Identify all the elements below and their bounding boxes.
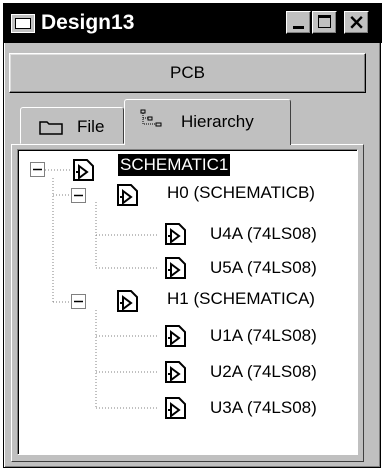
- hierarchy-tree[interactable]: SCHEMATIC1 H0 (SCHEMATICB) U4A (74LS08) …: [17, 149, 358, 455]
- tree-leaf-label[interactable]: U1A (74LS08): [210, 325, 317, 347]
- design-window-icon[interactable]: [11, 14, 35, 33]
- component-icon: [165, 257, 186, 279]
- hierarchy-icon: [140, 109, 162, 127]
- component-icon: [165, 223, 186, 245]
- tree-group-label[interactable]: H1 (SCHEMATICA): [167, 288, 315, 310]
- tab-file[interactable]: File: [20, 107, 124, 144]
- window-title: Design13: [41, 11, 135, 34]
- collapse-icon[interactable]: [71, 294, 87, 310]
- component-icon: [165, 397, 186, 419]
- tree-group-label[interactable]: H0 (SCHEMATICB): [167, 182, 315, 204]
- tab-hierarchy[interactable]: Hierarchy: [124, 99, 291, 145]
- tree-leaf-label[interactable]: U4A (74LS08): [210, 223, 317, 245]
- tree-leaf-label[interactable]: U5A (74LS08): [210, 257, 317, 279]
- schematic-icon: [117, 290, 138, 312]
- folder-icon: [39, 121, 63, 135]
- title-bar[interactable]: Design13 ×: [3, 3, 382, 43]
- design-window-icon-frame: [15, 18, 31, 29]
- collapse-icon[interactable]: [30, 162, 46, 178]
- collapse-icon[interactable]: [71, 188, 87, 204]
- tab-file-label: File: [77, 117, 105, 136]
- tree-root-label[interactable]: SCHEMATIC1: [118, 154, 231, 176]
- pcb-button[interactable]: PCB: [9, 53, 366, 93]
- minimize-button[interactable]: [286, 11, 311, 34]
- maximize-button[interactable]: [312, 11, 337, 34]
- close-button[interactable]: ×: [344, 10, 369, 34]
- close-icon: ×: [347, 10, 366, 34]
- schematic-icon: [73, 159, 94, 181]
- schematic-icon: [117, 184, 138, 206]
- tab-hierarchy-label: Hierarchy: [181, 112, 254, 131]
- component-icon: [165, 361, 186, 383]
- minimize-icon: [293, 26, 304, 29]
- tree-leaf-label[interactable]: U2A (74LS08): [210, 361, 317, 383]
- tree-leaf-label[interactable]: U3A (74LS08): [210, 397, 317, 419]
- component-icon: [165, 325, 186, 347]
- maximize-icon: [318, 15, 331, 28]
